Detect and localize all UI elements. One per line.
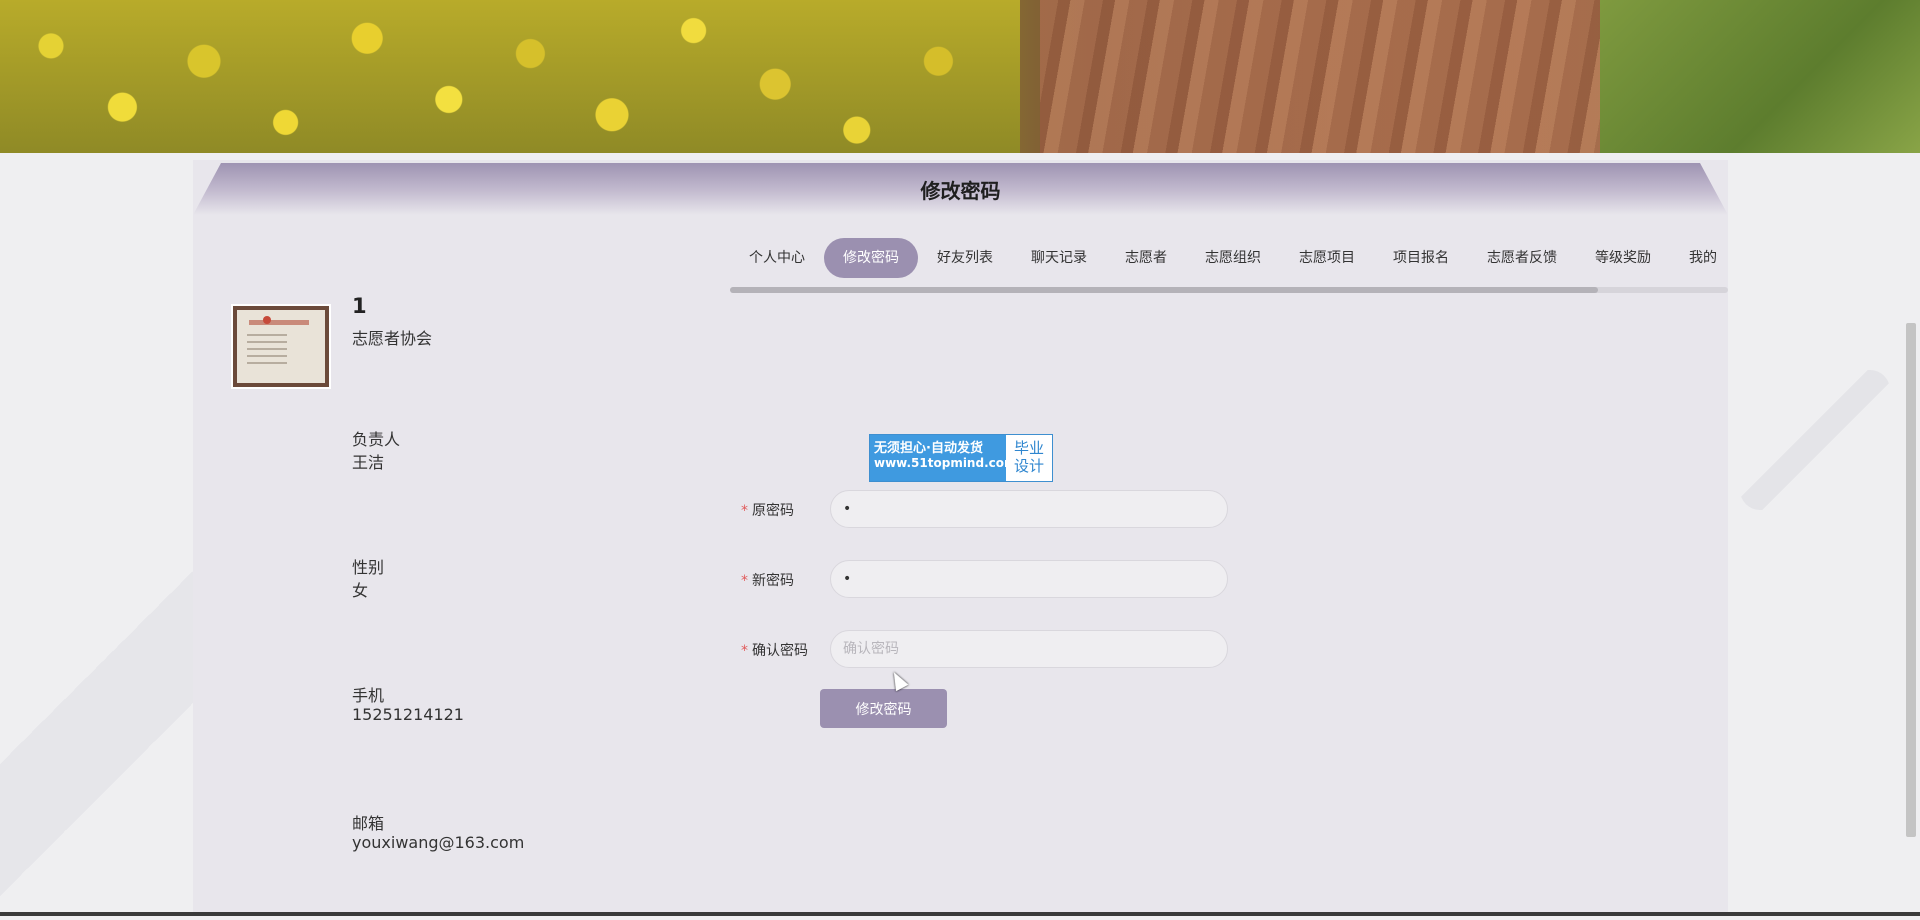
tab-friend-list[interactable]: 好友列表	[918, 238, 1012, 278]
field-label-person-in-charge: 负责人	[352, 430, 401, 449]
field-label-email: 邮箱	[352, 814, 385, 833]
old-password-input[interactable]	[830, 490, 1228, 528]
watermark-right-line2: 设计	[1013, 457, 1044, 475]
old-password-label: * 原密码	[741, 503, 794, 519]
banner-road	[1040, 0, 1600, 153]
watermark-line2: www.51topmind.com	[874, 456, 1017, 470]
tab-change-password[interactable]: 修改密码	[824, 238, 918, 278]
required-mark: *	[741, 503, 748, 519]
field-value-phone: 15251214121	[352, 705, 464, 724]
tab-chat-history[interactable]: 聊天记录	[1012, 238, 1106, 278]
tab-my[interactable]: 我的	[1670, 238, 1728, 278]
required-mark: *	[741, 573, 748, 589]
header-banner-image	[0, 0, 1920, 153]
new-password-label: * 新密码	[741, 573, 794, 589]
banner-grass	[1600, 0, 1920, 153]
field-value-email: youxiwang@163.com	[352, 833, 525, 852]
tab-personal-center[interactable]: 个人中心	[730, 238, 824, 278]
field-label-phone: 手机	[352, 686, 385, 705]
field-value-person-in-charge: 王洁	[352, 453, 385, 472]
confirm-password-label: * 确认密码	[741, 643, 808, 659]
confirm-password-input[interactable]	[830, 630, 1228, 668]
certificate-image	[237, 310, 325, 383]
page-title: 修改密码	[920, 178, 1001, 203]
banner-flowers	[0, 0, 1020, 153]
tab-volunteer-projects[interactable]: 志愿项目	[1280, 238, 1374, 278]
avatar	[231, 304, 331, 389]
profile-organization: 志愿者协会	[352, 329, 433, 348]
tab-volunteers[interactable]: 志愿者	[1106, 238, 1186, 278]
nav-tabs: 个人中心 修改密码 好友列表 聊天记录 志愿者 志愿组织 志愿项目 项目报名 志…	[730, 238, 1728, 286]
page-scrollbar[interactable]	[1906, 323, 1916, 837]
tab-volunteer-feedback[interactable]: 志愿者反馈	[1468, 238, 1576, 278]
new-password-input[interactable]	[830, 560, 1228, 598]
required-mark: *	[741, 643, 748, 659]
tab-volunteer-orgs[interactable]: 志愿组织	[1186, 238, 1280, 278]
seal-icon	[263, 316, 271, 324]
field-value-gender: 女	[352, 581, 369, 600]
main-panel: 修改密码 个人中心 修改密码 好友列表 聊天记录 志愿者 志愿组织 志愿项目 项…	[193, 160, 1728, 916]
tab-level-rewards[interactable]: 等级奖励	[1576, 238, 1670, 278]
tab-project-signup[interactable]: 项目报名	[1374, 238, 1468, 278]
bottom-divider	[0, 912, 1920, 916]
tabs-scrollbar[interactable]	[730, 287, 1728, 293]
change-password-button[interactable]: 修改密码	[820, 689, 947, 728]
background-decoration	[1740, 370, 1890, 510]
profile-name: 1	[352, 294, 367, 318]
field-label-gender: 性别	[352, 558, 385, 577]
watermark-badge: 无须担心·自动发货 www.51topmind.com 毕业 设计	[869, 434, 1053, 482]
watermark-right-line1: 毕业	[1013, 439, 1044, 457]
tabs-scrollbar-thumb[interactable]	[730, 287, 1599, 293]
watermark-line1: 无须担心·自动发货	[874, 441, 983, 456]
title-bar: 修改密码	[193, 163, 1728, 215]
